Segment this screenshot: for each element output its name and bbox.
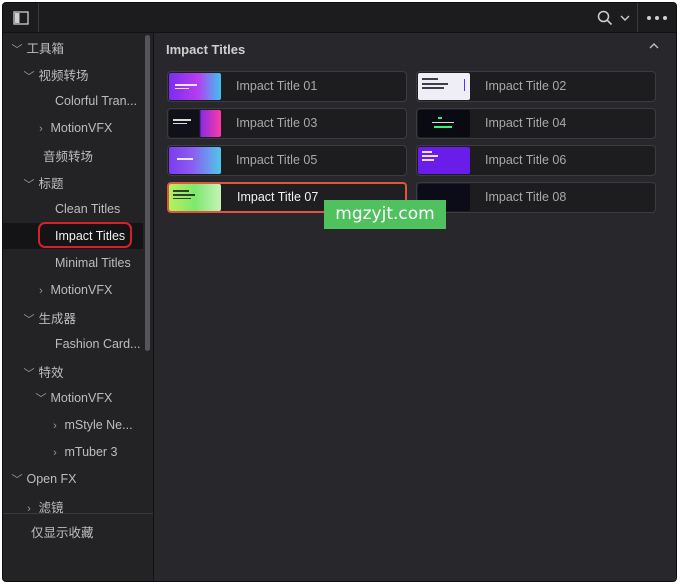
effects-library-window: ﹀ 工具箱 ﹀ 视频转场 Colorful Tran... › MotionVF… <box>2 2 677 582</box>
effects-tree-sidebar: ﹀ 工具箱 ﹀ 视频转场 Colorful Tran... › MotionVF… <box>3 33 154 581</box>
tree-item-label: Minimal Titles <box>55 256 131 270</box>
favorites-only-toggle[interactable]: 仅显示收藏 <box>31 522 94 541</box>
chevron-down-icon: ﹀ <box>35 393 47 405</box>
chevron-right-icon: › <box>39 123 43 135</box>
tree-item-label: MotionVFX <box>50 391 113 405</box>
tree-item-clean-titles[interactable]: Clean Titles <box>55 196 120 222</box>
tree-item-motionvfx-effects[interactable]: ﹀ MotionVFX <box>35 385 113 411</box>
chevron-down-icon: ﹀ <box>11 44 23 56</box>
tree-item-label: Clean Titles <box>55 202 121 216</box>
chevron-down-icon: ﹀ <box>23 368 35 380</box>
panel-toggle-button[interactable] <box>3 3 39 32</box>
tree-item-label: mTuber 3 <box>64 445 118 459</box>
tree-item-label: MotionVFX <box>50 121 113 135</box>
title-label: Impact Title 02 <box>485 79 567 93</box>
chevron-right-icon: › <box>53 447 57 459</box>
tree-item-mtuber[interactable]: › mTuber 3 <box>49 439 118 465</box>
sidebar-scroll-thumb[interactable] <box>145 35 150 351</box>
title-card[interactable]: Impact Title 01 <box>167 71 407 102</box>
title-card[interactable]: Impact Title 03 <box>167 108 407 139</box>
chevron-up-icon[interactable] <box>648 41 660 51</box>
title-thumbnail <box>169 110 221 137</box>
tree-item-generators[interactable]: ﹀ 生成器 <box>23 306 77 332</box>
more-icon[interactable] <box>646 15 668 21</box>
tree-item-toolbox[interactable]: ﹀ 工具箱 <box>11 36 65 62</box>
title-label: Impact Title 03 <box>236 116 318 130</box>
sidebar-footer: 仅显示收藏 <box>3 513 153 581</box>
search-icon[interactable] <box>597 10 613 26</box>
chevron-down-icon[interactable] <box>619 13 631 23</box>
tree-item-label: 标题 <box>38 177 64 191</box>
title-card[interactable]: Impact Title 05 <box>167 145 407 176</box>
title-label: Impact Title 07 <box>237 190 319 204</box>
title-thumbnail <box>169 73 221 100</box>
title-thumbnail <box>169 147 221 174</box>
title-thumbnail <box>169 184 221 211</box>
title-card[interactable]: Impact Title 02 <box>416 71 656 102</box>
title-card[interactable]: Impact Title 04 <box>416 108 656 139</box>
tree-item-colorful-transitions[interactable]: Colorful Tran... <box>55 88 141 114</box>
tree-item-label: 工具箱 <box>26 42 64 56</box>
title-thumbnail <box>418 73 470 100</box>
title-card[interactable]: Impact Title 06 <box>416 145 656 176</box>
tree-item-filters[interactable]: › 滤镜 <box>23 495 64 513</box>
tree-item-label: Open FX <box>26 472 77 486</box>
tree-item-label: 视频转场 <box>38 69 89 83</box>
tree-item-open-fx[interactable]: ﹀ Open FX <box>11 466 77 492</box>
tree-item-fashion-cards[interactable]: Fashion Card... <box>55 331 141 357</box>
title-thumbnail <box>418 110 470 137</box>
tree-item-label: MotionVFX <box>50 283 113 297</box>
tree-item-titles[interactable]: ﹀ 标题 <box>23 171 64 197</box>
title-card[interactable]: Impact Title 08 <box>416 182 656 213</box>
title-label: Impact Title 06 <box>485 153 567 167</box>
selection-highlight-ring <box>38 222 132 248</box>
tree-item-label: 滤镜 <box>38 501 64 513</box>
tree-item-label: Colorful Tran... <box>55 94 137 108</box>
tree-item-label: 特效 <box>38 366 64 380</box>
title-label: Impact Title 05 <box>236 153 318 167</box>
chevron-right-icon: › <box>39 285 43 297</box>
tree-item-label: Fashion Card... <box>55 337 141 351</box>
title-label: Impact Title 08 <box>485 190 567 204</box>
tree-item-label: 生成器 <box>38 312 76 326</box>
title-thumbnail <box>418 147 470 174</box>
tree-item-motionvfx-titles[interactable]: › MotionVFX <box>35 277 112 303</box>
chevron-down-icon: ﹀ <box>23 314 35 326</box>
title-label: Impact Title 01 <box>236 79 318 93</box>
title-label: Impact Title 04 <box>485 116 567 130</box>
chevron-right-icon: › <box>53 420 57 432</box>
chevron-down-icon: ﹀ <box>11 474 23 486</box>
panel-toggle-icon <box>12 10 29 25</box>
chevron-down-icon: ﹀ <box>23 71 35 83</box>
tree-item-effects[interactable]: ﹀ 特效 <box>23 360 64 386</box>
titles-browser: Impact Titles Impact Title 01 Impact Tit… <box>154 33 676 581</box>
top-toolbar <box>3 3 676 33</box>
chevron-right-icon: › <box>27 503 31 513</box>
tree-item-minimal-titles[interactable]: Minimal Titles <box>55 250 131 276</box>
chevron-down-icon: ﹀ <box>23 179 35 191</box>
tree-item-audio-transitions[interactable]: 音频转场 <box>43 144 93 170</box>
tree-item-label: mStyle Ne... <box>64 418 133 432</box>
tree-item-video-transitions[interactable]: ﹀ 视频转场 <box>23 63 89 89</box>
watermark: mgzyjt.com <box>324 200 446 229</box>
tree-item-motionvfx-transitions[interactable]: › MotionVFX <box>35 115 112 141</box>
effects-tree: ﹀ 工具箱 ﹀ 视频转场 Colorful Tran... › MotionVF… <box>3 33 143 513</box>
tree-item-label: 音频转场 <box>43 150 94 164</box>
toolbar-divider <box>637 3 638 32</box>
section-title: Impact Titles <box>166 42 246 57</box>
tree-item-mstyle[interactable]: › mStyle Ne... <box>49 412 141 438</box>
